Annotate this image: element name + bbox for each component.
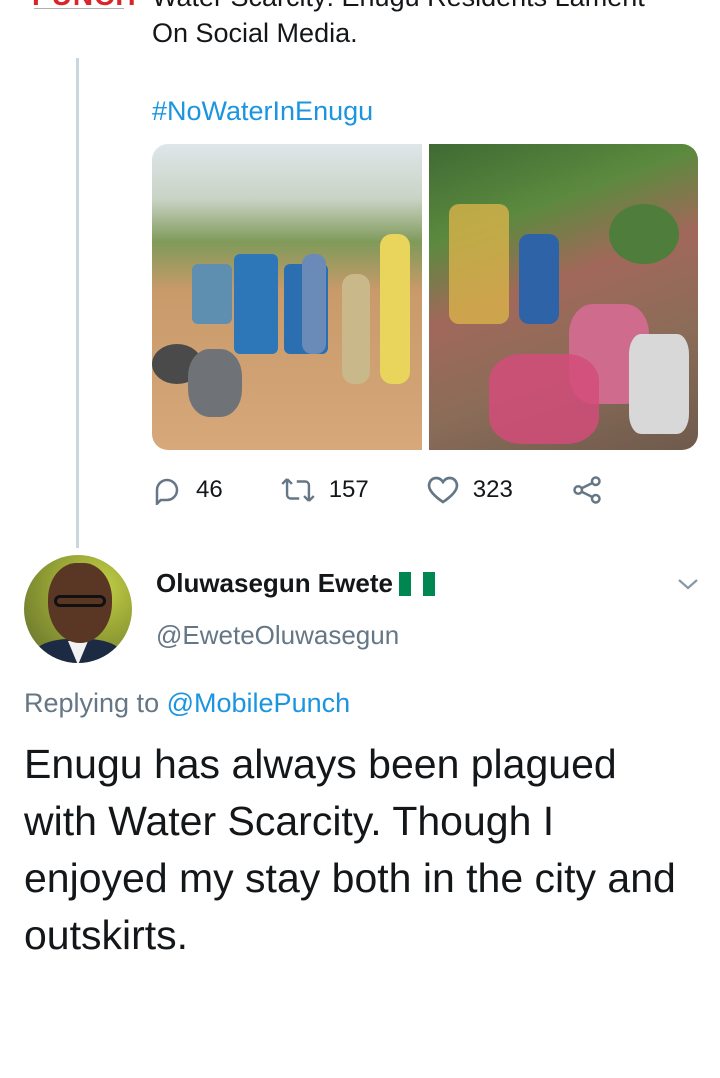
avatar[interactable]: [24, 555, 132, 663]
replying-to-line: Replying to @MobilePunch: [24, 688, 350, 719]
person-figure: [380, 234, 410, 384]
retweet-count: 157: [328, 476, 369, 503]
media-photo-2[interactable]: [428, 144, 698, 450]
mention-link[interactable]: @MobilePunch: [167, 688, 351, 718]
like-count: 323: [472, 476, 513, 503]
crowd-figure: [488, 354, 599, 444]
reply-tweet-text: Enugu has always been plagued with Water…: [24, 741, 676, 958]
jerrycan-cluster: [448, 204, 509, 324]
drum-shape: [234, 254, 278, 354]
retweet-button[interactable]: 157: [281, 475, 369, 505]
tweet-thread: PUNCH Water Scarcity: Enugu Residents La…: [0, 0, 720, 1078]
logo-tagline-rule: [34, 8, 124, 12]
reply-button[interactable]: 46: [152, 475, 223, 505]
like-button[interactable]: 323: [427, 475, 513, 505]
author-display-name[interactable]: Oluwasegun Ewete: [156, 568, 435, 599]
more-options-button[interactable]: [676, 574, 700, 599]
reply-count: 46: [196, 476, 223, 503]
drum-shape: [192, 264, 232, 324]
chevron-down-icon: [676, 579, 700, 598]
avatar-glasses: [54, 595, 106, 607]
display-name-text: Oluwasegun Ewete: [156, 568, 393, 598]
hashtag-link[interactable]: #NoWaterInEnugu: [152, 96, 373, 127]
thread-connector-line: [76, 58, 79, 548]
media-grid: [152, 144, 698, 450]
reply-icon: [152, 475, 182, 505]
share-button[interactable]: [571, 475, 603, 505]
share-icon: [571, 475, 603, 505]
tweet-actions: 46 157 323: [152, 470, 603, 510]
parent-tweet-text-line-2: On Social Media.: [152, 18, 358, 48]
heart-icon: [427, 475, 459, 505]
nigeria-flag-icon: [398, 571, 435, 596]
person-figure: [518, 234, 559, 324]
pot-shape: [188, 349, 242, 417]
tree-shape: [608, 204, 679, 264]
author-handle[interactable]: @EweteOluwasegun: [156, 620, 399, 651]
child-figure: [302, 254, 326, 354]
replying-prefix: Replying to: [24, 688, 160, 718]
person-figure: [628, 334, 689, 434]
child-figure: [342, 274, 370, 384]
punch-avatar[interactable]: PUNCH: [26, 0, 136, 24]
media-photo-1[interactable]: [152, 144, 422, 450]
parent-tweet-text-line-1: Water Scarcity: Enugu Residents Lament: [152, 0, 645, 13]
retweet-icon: [281, 475, 315, 505]
